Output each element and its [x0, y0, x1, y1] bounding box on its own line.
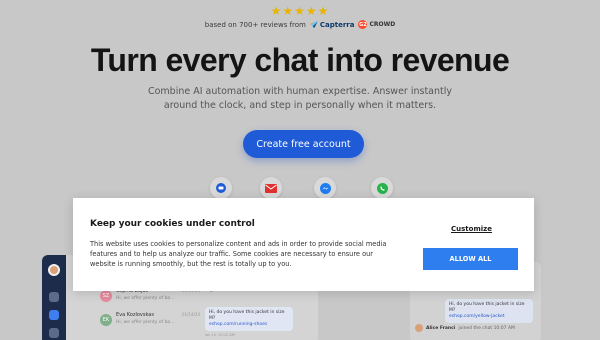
capterra-logo: Capterra [309, 21, 354, 29]
conversation-preview: Hi, we offer plenty of bo... [116, 320, 175, 325]
message-bubble: Hi, do you have this jacket in size M? e… [205, 307, 293, 331]
chat-thread: Tag conversation Hi, do you have this ja… [205, 288, 315, 337]
chat-icon [216, 183, 226, 193]
message-bubble: Hi, do you have this jacket in size M? e… [445, 299, 533, 323]
cookie-description: This website uses cookies to personalize… [90, 240, 387, 268]
avatar: EK [100, 314, 112, 326]
home-icon [49, 292, 59, 302]
joined-notice: Alice Franci joined the chat 10:07 AM [415, 324, 515, 332]
chat-channel [210, 177, 232, 199]
g2-icon: G2 [358, 20, 368, 29]
reviews-text: based on 700+ reviews from [204, 20, 306, 29]
users-icon [49, 328, 59, 338]
avatar: SZ [100, 290, 112, 302]
avatar [48, 264, 60, 276]
star-rating: ★★★★★ [270, 4, 330, 18]
customize-link[interactable]: Customize [451, 225, 492, 233]
conversation-time: 01/14/24 [182, 312, 200, 317]
rating-bar: ★★★★★ based on 700+ reviews from Capterr… [0, 5, 600, 29]
hero-subtitle: Combine AI automation with human experti… [147, 86, 453, 111]
message-link[interactable]: eshop.com/yellow-jacket [449, 314, 529, 320]
list-item[interactable]: SZ Sophia Zajac Hi, we offer plenty of b… [100, 288, 200, 312]
message-timestamp: Jan 10, 10:12 AM [205, 333, 235, 337]
messenger-icon [319, 182, 331, 194]
list-item[interactable]: EK Eva Kozlovskas Hi, we offer plenty of… [100, 312, 200, 336]
messenger-channel [314, 177, 336, 199]
conversation-name: Eva Kozlovskas [116, 312, 154, 318]
create-account-button[interactable]: Create free account [243, 130, 364, 158]
whatsapp-icon [376, 182, 388, 194]
g2-crowd-logo: G2 CROWD [358, 20, 396, 29]
page-title: Turn every chat into revenue [90, 42, 510, 78]
mail-icon [265, 183, 277, 193]
capterra-flag-icon [309, 21, 318, 28]
cookie-title: Keep your cookies under control [90, 219, 255, 229]
allow-all-button[interactable]: ALLOW ALL [423, 248, 518, 270]
email-channel [260, 177, 282, 199]
message-link[interactable]: eshop.com/running-shoes [209, 322, 289, 328]
avatar [415, 324, 423, 332]
whatsapp-channel [371, 177, 393, 199]
chat-nav-icon [49, 310, 59, 320]
reviews-line: based on 700+ reviews from Capterra G2 CR… [0, 20, 600, 29]
channel-icons [0, 177, 600, 199]
conversation-preview: Hi, we offer plenty of bo... [116, 296, 175, 301]
conversation-list: SZ Sophia Zajac Hi, we offer plenty of b… [100, 288, 200, 336]
cookie-consent-dialog: Keep your cookies under control This web… [73, 198, 534, 291]
